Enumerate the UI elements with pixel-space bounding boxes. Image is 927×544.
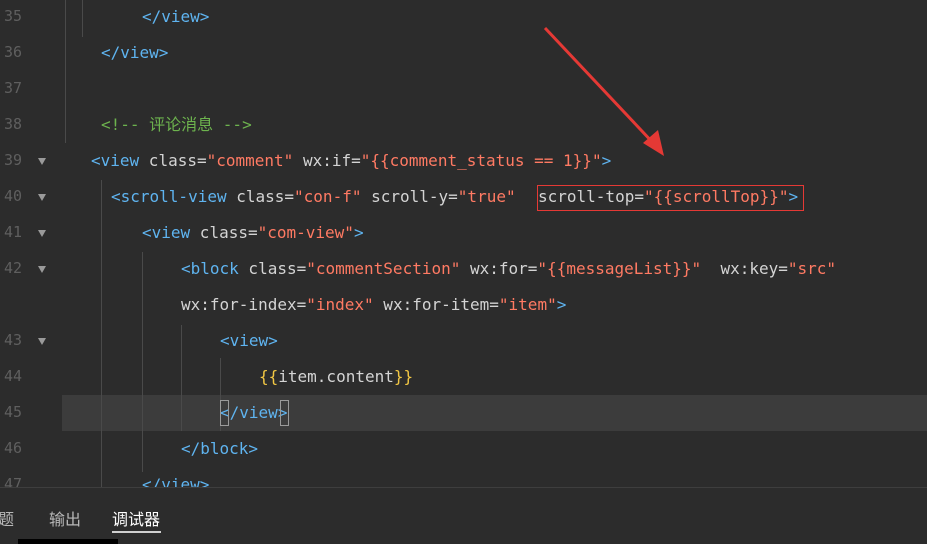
- redacted-bar: [18, 539, 118, 544]
- tab-output[interactable]: 输出: [49, 506, 81, 530]
- active-tab-indicator: [112, 531, 161, 533]
- code-editor[interactable]: 35 36 37 38 39 40 41 42 43 44 45 46 47 <…: [0, 0, 927, 487]
- tab-problems[interactable]: 题: [0, 506, 14, 530]
- bottom-panel: 题 输出 调试器: [0, 487, 927, 544]
- annotation-arrow-icon: [543, 26, 664, 156]
- tab-debugger[interactable]: 调试器: [112, 506, 160, 530]
